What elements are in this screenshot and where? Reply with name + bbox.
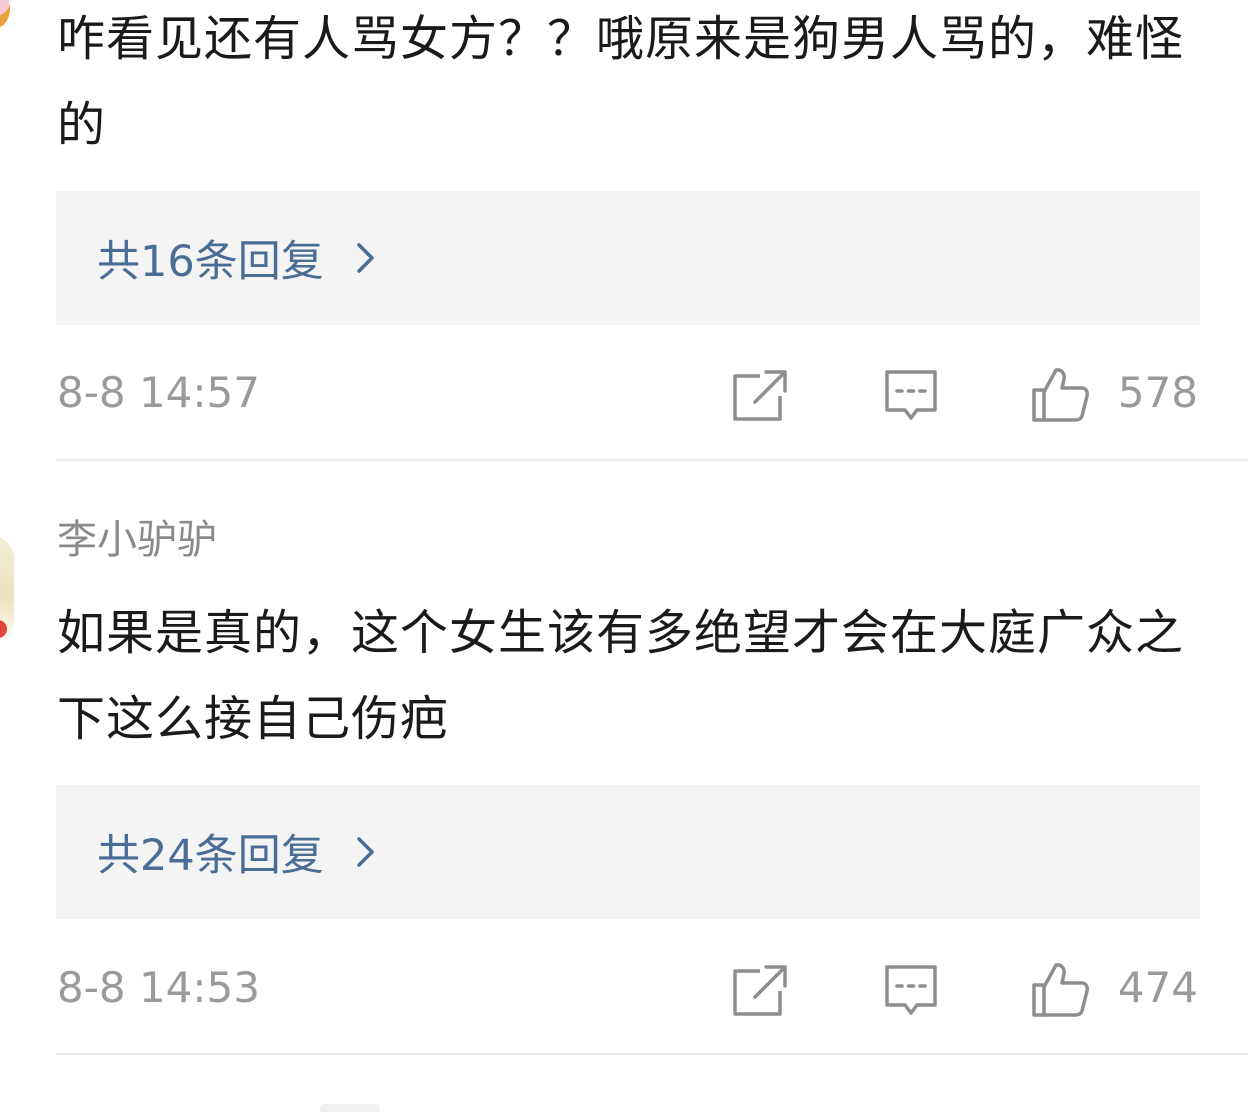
avatar[interactable]	[0, 0, 10, 32]
comment-button[interactable]	[881, 364, 941, 424]
like-button[interactable]	[1030, 364, 1090, 424]
like-count: 578	[1117, 368, 1198, 417]
share-button[interactable]	[730, 364, 790, 424]
timestamp: 8-8 14:53	[57, 963, 260, 1012]
like-count: 474	[1117, 963, 1198, 1012]
like-button[interactable]	[1030, 959, 1090, 1019]
comment-text: 如果是真的，这个女生该有多绝望才会在大庭广众之下这么接自己伤疤	[57, 605, 1185, 747]
share-icon	[733, 370, 787, 421]
thumbs-up-icon	[1032, 368, 1089, 422]
comment-icon	[885, 370, 937, 420]
next-comment-stub	[320, 1104, 380, 1112]
share-icon	[733, 965, 787, 1016]
comment-icon	[885, 965, 937, 1015]
comment-meta-row: 8-8 14:53 474	[0, 953, 1248, 1023]
replies-button[interactable]: 共16条回复	[56, 191, 1200, 325]
comment-button[interactable]	[881, 959, 941, 1019]
replies-button[interactable]: 共24条回复	[56, 785, 1200, 919]
thumbs-up-icon	[1032, 963, 1089, 1017]
username[interactable]: 李小驴驴	[57, 516, 217, 564]
chevron-right-icon	[356, 837, 374, 867]
comment-text: 咋看见还有人骂女方？？哦原来是狗男人骂的，难怪的	[57, 11, 1185, 153]
replies-label: 共16条回复	[97, 237, 324, 287]
divider	[56, 459, 1248, 461]
divider	[56, 1053, 1248, 1055]
share-button[interactable]	[730, 959, 790, 1019]
timestamp: 8-8 14:57	[57, 368, 260, 417]
chevron-right-icon	[356, 243, 374, 273]
comment-meta-row: 8-8 14:57 578	[0, 358, 1248, 428]
replies-label: 共24条回复	[97, 831, 324, 881]
